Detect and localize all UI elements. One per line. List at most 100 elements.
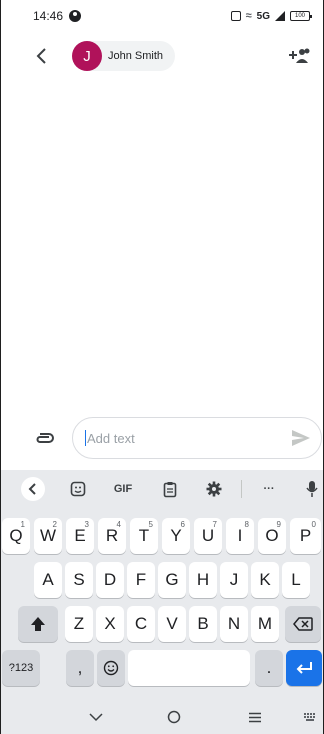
emoji-icon (103, 660, 119, 676)
key-hint: 1 (20, 520, 25, 529)
clipboard-icon (163, 481, 177, 497)
avatar: J (72, 41, 102, 71)
key-hint: 7 (212, 520, 217, 529)
settings-button[interactable] (203, 478, 225, 500)
key-w[interactable]: W2 (34, 518, 62, 554)
back-button[interactable] (30, 44, 54, 68)
account-icon (69, 10, 82, 22)
key-label: W (39, 526, 57, 545)
key-j[interactable]: J (220, 562, 248, 598)
system-nav-bar (1, 700, 323, 734)
key-i[interactable]: I8 (226, 518, 254, 554)
gif-button[interactable]: GIF (106, 478, 140, 500)
status-time: 14:46 (33, 9, 64, 23)
key-hint: 8 (244, 520, 249, 529)
key-hint: 2 (52, 520, 57, 529)
key-a[interactable]: A (34, 562, 62, 598)
compose-field[interactable] (72, 417, 322, 459)
key-d[interactable]: D (96, 562, 124, 598)
key-h[interactable]: H (189, 562, 217, 598)
space-key[interactable] (128, 650, 250, 686)
mic-button[interactable] (303, 478, 321, 500)
key-label: I (237, 526, 243, 545)
person-add-icon[interactable] (288, 46, 310, 66)
key-hint: 6 (180, 520, 185, 529)
key-u[interactable]: U7 (194, 518, 222, 554)
key-k[interactable]: K (251, 562, 279, 598)
key-v[interactable]: V (158, 606, 186, 642)
nav-keyboard-switch-button[interactable] (299, 709, 321, 725)
key-hint: 5 (148, 520, 153, 529)
text-cursor (85, 430, 86, 446)
enter-key[interactable] (286, 650, 322, 686)
sticker-button[interactable] (67, 478, 89, 500)
key-label: T (138, 526, 150, 545)
comma-key[interactable]: , (66, 650, 94, 686)
key-label: R (105, 526, 119, 545)
emoji-key[interactable] (97, 650, 125, 686)
key-p[interactable]: P0 (290, 518, 321, 554)
key-q[interactable]: Q1 (2, 518, 30, 554)
key-hint: 4 (116, 520, 121, 529)
keyboard-toolbar: GIF ··· (1, 470, 323, 508)
keyboard-icon (304, 713, 315, 721)
mic-icon (306, 481, 318, 497)
key-o[interactable]: O9 (258, 518, 286, 554)
key-hint: 9 (276, 520, 281, 529)
send-icon[interactable] (291, 429, 311, 447)
status-icons: ≈ 5G 100 (230, 10, 312, 22)
key-t[interactable]: T5 (130, 518, 158, 554)
key-n[interactable]: N (220, 606, 248, 642)
key-hint: 0 (311, 520, 316, 529)
contact-name: John Smith (108, 50, 164, 62)
key-m[interactable]: M (251, 606, 279, 642)
message-input[interactable] (87, 430, 267, 446)
key-x[interactable]: X (96, 606, 124, 642)
sticker-icon (70, 481, 86, 497)
key-e[interactable]: E3 (66, 518, 94, 554)
key-label: U (201, 526, 215, 545)
battery-level: 100 (294, 13, 305, 19)
home-circle-icon (167, 710, 181, 724)
nav-hide-keyboard-button[interactable] (85, 709, 107, 725)
wifi-icon: ≈ (245, 10, 252, 22)
backspace-icon (293, 617, 313, 631)
key-label: Q (9, 526, 23, 545)
shift-icon (31, 617, 45, 631)
more-button[interactable]: ··· (257, 478, 281, 500)
toolbar-back-button[interactable] (21, 477, 45, 501)
nav-home-button[interactable] (163, 709, 185, 725)
key-r[interactable]: R4 (98, 518, 126, 554)
key-hint: 3 (84, 520, 89, 529)
enter-icon (296, 662, 312, 674)
key-y[interactable]: Y6 (162, 518, 190, 554)
keyboard: GIF ··· Q1 W2 E3 R4 T5 Y6 U7 I8 O9 P0 A … (1, 470, 323, 700)
battery-icon: 100 (290, 11, 312, 21)
network-type: 5G (256, 10, 270, 22)
contact-chip[interactable]: J John Smith (72, 41, 176, 71)
conversation-header: J John Smith (0, 32, 324, 80)
status-bar: 14:46 ≈ 5G 100 (0, 0, 324, 32)
nfc-icon (230, 11, 241, 21)
menu-icon (249, 712, 261, 722)
key-b[interactable]: B (189, 606, 217, 642)
arrow-back-icon (36, 48, 46, 64)
attachment-icon (36, 433, 54, 443)
chevron-down-icon (89, 712, 103, 721)
clipboard-button[interactable] (159, 478, 181, 500)
key-z[interactable]: Z (65, 606, 93, 642)
key-s[interactable]: S (65, 562, 93, 598)
key-l[interactable]: L (282, 562, 310, 598)
attach-button[interactable] (33, 424, 57, 452)
toolbar-divider (241, 480, 242, 498)
key-f[interactable]: F (127, 562, 155, 598)
symbols-key[interactable]: ?123 (2, 650, 40, 686)
period-key[interactable]: . (255, 650, 283, 686)
signal-icon (275, 11, 285, 21)
key-g[interactable]: G (158, 562, 186, 598)
shift-key[interactable] (18, 606, 58, 642)
backspace-key[interactable] (285, 606, 321, 642)
key-c[interactable]: C (127, 606, 155, 642)
key-label: P (299, 526, 312, 545)
nav-recents-button[interactable] (244, 709, 266, 725)
